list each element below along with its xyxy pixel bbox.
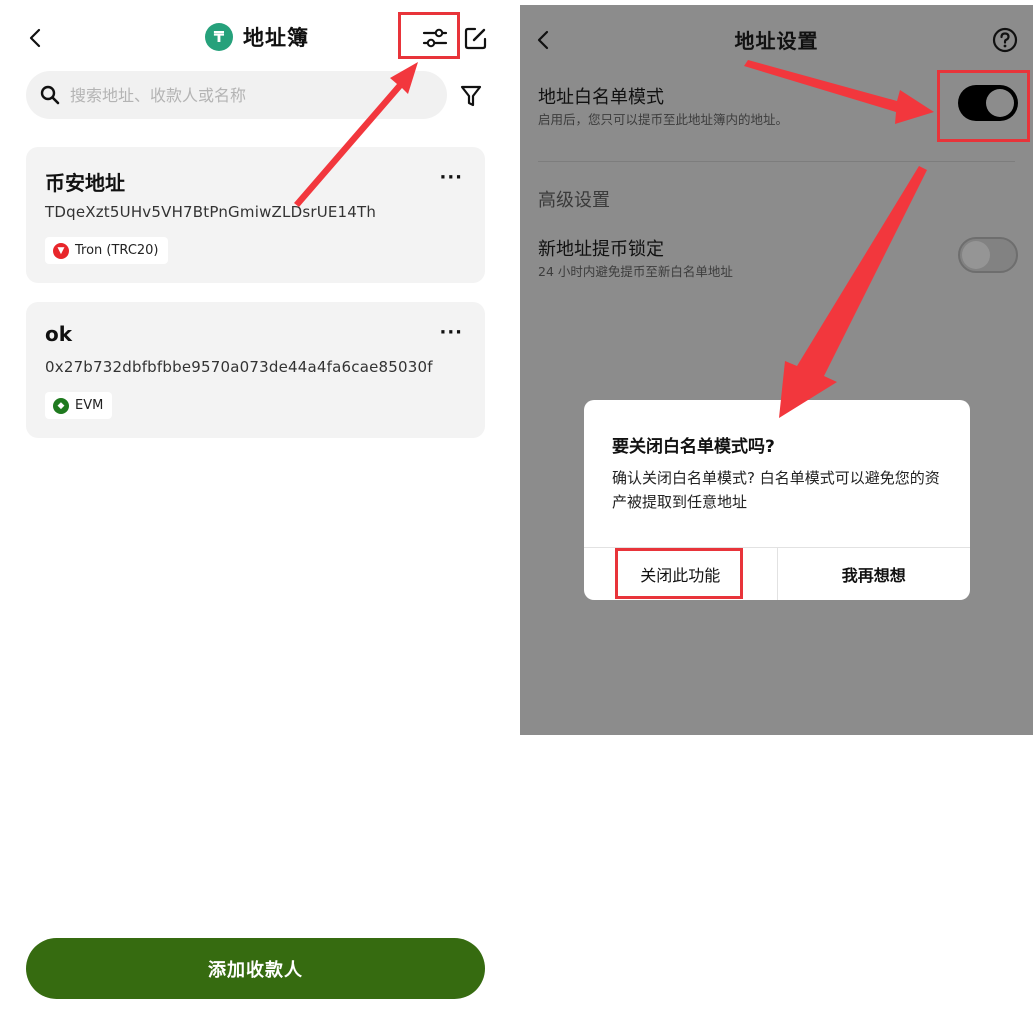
divider xyxy=(538,161,1015,162)
tether-logo-icon: ₸ xyxy=(205,23,233,51)
settings-highlight-box xyxy=(398,12,460,59)
address-card[interactable]: ok ··· 0x27b732dbfbfbbe9570a073de44a4fa6… xyxy=(26,302,485,438)
address-book-screen: ₸ 地址簿 币安地址 ··· TDqeXzt5UHv5VH7BtPnGmiwZL… xyxy=(0,0,512,1031)
new-address-lock-title: 新地址提币锁定 xyxy=(538,239,664,260)
advanced-settings-label: 高级设置 xyxy=(538,190,610,211)
tron-icon: ▼ xyxy=(53,242,69,259)
edit-icon[interactable] xyxy=(463,25,489,51)
help-icon[interactable] xyxy=(992,27,1018,53)
dialog-title: 要关闭白名单模式吗? xyxy=(612,437,775,457)
address-name: 币安地址 xyxy=(45,171,125,195)
address-name: ok xyxy=(45,322,73,346)
new-address-lock-subtitle: 24 小时内避免提币至新白名单地址 xyxy=(538,264,733,279)
think-again-button[interactable]: 我再想想 xyxy=(778,548,971,600)
toggle-highlight-box xyxy=(937,70,1030,142)
page-title-group: ₸ 地址簿 xyxy=(205,22,309,52)
network-label: Tron (TRC20) xyxy=(75,243,159,258)
evm-icon: ◆ xyxy=(53,397,69,414)
whitelist-mode-subtitle: 启用后，您只可以提币至此地址簿内的地址。 xyxy=(538,112,789,127)
page-title: 地址设置 xyxy=(734,29,819,53)
search-bar[interactable] xyxy=(26,71,447,119)
dialog-message: 确认关闭白名单模式? 白名单模式可以避免您的资产被提取到任意地址 xyxy=(612,469,940,511)
add-payee-button[interactable]: 添加收款人 xyxy=(26,938,485,999)
network-chip: ▼ Tron (TRC20) xyxy=(45,237,168,264)
network-chip: ◆ EVM xyxy=(45,392,113,419)
more-options-icon[interactable]: ··· xyxy=(439,322,463,343)
confirm-highlight-box xyxy=(615,548,743,599)
whitelist-mode-title: 地址白名单模式 xyxy=(538,87,664,108)
address-value: 0x27b732dbfbfbbe9570a073de44a4fa6cae8503… xyxy=(45,358,433,376)
search-icon xyxy=(40,85,60,105)
page-title: 地址簿 xyxy=(243,26,309,50)
network-label: EVM xyxy=(75,398,104,413)
back-icon[interactable] xyxy=(26,27,46,49)
filter-icon[interactable] xyxy=(459,84,483,108)
address-value: TDqeXzt5UHv5VH7BtPnGmiwZLDsrUE14Th xyxy=(45,203,377,221)
more-options-icon[interactable]: ··· xyxy=(439,167,463,188)
address-card[interactable]: 币安地址 ··· TDqeXzt5UHv5VH7BtPnGmiwZLDsrUE1… xyxy=(26,147,485,283)
new-address-lock-toggle[interactable] xyxy=(958,237,1018,273)
toggle-knob xyxy=(962,241,990,269)
address-settings-screen: 地址设置 地址白名单模式 启用后，您只可以提币至此地址簿内的地址。 高级设置 新… xyxy=(520,5,1033,735)
search-input[interactable] xyxy=(68,84,432,106)
